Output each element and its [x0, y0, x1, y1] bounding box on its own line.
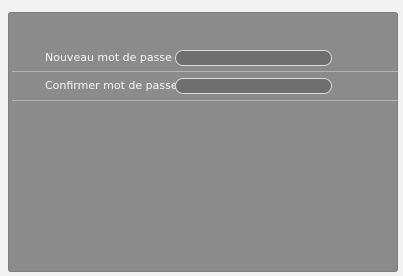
new-password-label: Nouveau mot de passe	[45, 51, 172, 64]
new-password-row: Nouveau mot de passe	[8, 48, 398, 72]
row-divider	[12, 100, 398, 101]
confirm-password-row: Confirmer mot de passe	[8, 76, 398, 100]
confirm-password-label: Confirmer mot de passe	[45, 79, 178, 92]
row-divider	[12, 71, 398, 72]
new-password-field[interactable]	[175, 50, 332, 66]
confirm-password-field[interactable]	[175, 78, 332, 94]
